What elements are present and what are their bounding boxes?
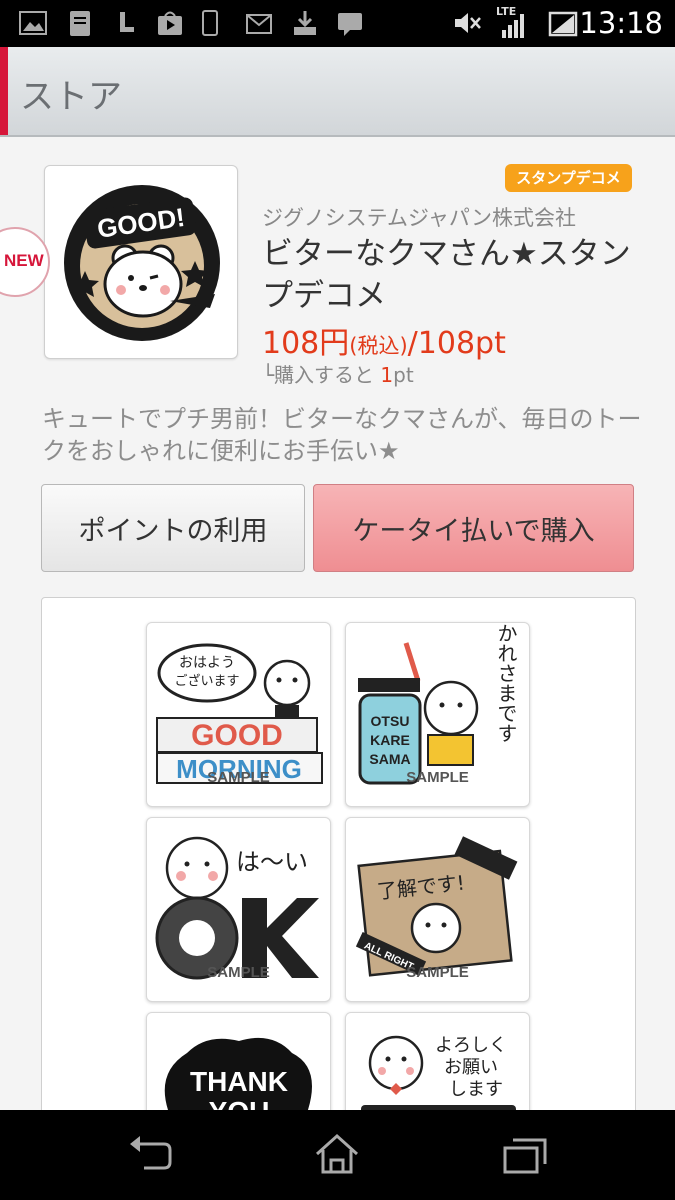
sample-stamp-good-morning[interactable]: おはよう ございます GOOD MORNING SAMPLE bbox=[146, 622, 331, 807]
sample-watermark: SAMPLE bbox=[207, 964, 270, 981]
svg-text:THANK: THANK bbox=[190, 1066, 288, 1097]
svg-text:は〜い: は〜い bbox=[236, 848, 308, 876]
svg-text:SAMA: SAMA bbox=[369, 751, 410, 767]
sample-stamp-yoroshiku[interactable]: よろしく お願い します bbox=[345, 1012, 530, 1110]
earned-points-prefix: └購入すると bbox=[262, 363, 381, 387]
sample-stamp-thank-you[interactable]: THANK YOU bbox=[146, 1012, 331, 1110]
sample-watermark: SAMPLE bbox=[406, 769, 469, 786]
svg-text:おつかれさまです: おつかれさまです bbox=[494, 623, 518, 743]
play-store-icon bbox=[158, 11, 182, 35]
svg-text:KARE: KARE bbox=[370, 732, 410, 748]
product-title: ビターなクマさん★スタンプデコメ bbox=[262, 236, 631, 314]
earned-points: └購入すると 1pt bbox=[262, 359, 414, 388]
sample-stamp-ok[interactable]: は〜い SAMPLE bbox=[146, 817, 331, 1002]
phone-icon bbox=[202, 10, 218, 36]
sample-gallery: おはよう ございます GOOD MORNING SAMPLE OTSU KARE… bbox=[41, 597, 636, 1110]
product-detail: GOOD! NEW スタンプデコメ ジグノシステムジャパン株式会社 ビターなクマ… bbox=[0, 137, 675, 1110]
mute-icon bbox=[455, 13, 481, 33]
document-icon bbox=[70, 11, 90, 36]
product-description: キュートでプチ男前！ビターなクマさんが、毎日のトークをおしゃれに便利にお手伝い★ bbox=[42, 405, 642, 465]
price: 108円(税込)/108pt bbox=[262, 318, 506, 362]
company-name: ジグノシステムジャパン株式会社 bbox=[262, 206, 576, 230]
action-bar-accent bbox=[0, 47, 8, 135]
l-icon bbox=[120, 12, 134, 32]
status-time: 13:18 bbox=[579, 6, 663, 40]
category-tag: スタンプデコメ bbox=[505, 164, 632, 192]
earned-points-unit: pt bbox=[393, 363, 414, 387]
signal-icon bbox=[502, 14, 524, 38]
image-icon bbox=[19, 11, 47, 35]
recent-apps-icon[interactable] bbox=[495, 1130, 555, 1180]
navigation-bar bbox=[0, 1110, 675, 1200]
battery-icon bbox=[548, 11, 578, 37]
sample-stamp-ryoukai[interactable]: 了解です! ALL RIGHT SAMPLE bbox=[345, 817, 530, 1002]
svg-text:よろしく: よろしく bbox=[435, 1035, 507, 1056]
svg-text:OTSU: OTSU bbox=[371, 713, 410, 729]
download-icon bbox=[294, 11, 316, 35]
back-icon[interactable] bbox=[120, 1130, 180, 1180]
buy-with-carrier-button[interactable]: ケータイ払いで購入 bbox=[313, 484, 634, 572]
svg-text:GOOD: GOOD bbox=[191, 719, 283, 752]
sample-watermark: SAMPLE bbox=[406, 964, 469, 981]
mail-icon bbox=[246, 14, 272, 34]
sample-stamp-otsukaresama[interactable]: OTSU KARE SAMA おつかれさまです SAMPLE bbox=[345, 622, 530, 807]
message-icon bbox=[338, 13, 362, 36]
price-yen: 108円 bbox=[262, 326, 350, 361]
page-title: ストア bbox=[20, 77, 122, 117]
sample-watermark: SAMPLE bbox=[207, 769, 270, 786]
svg-text:YOU: YOU bbox=[209, 1096, 270, 1110]
new-badge: NEW bbox=[0, 227, 50, 297]
action-bar: ストア bbox=[0, 47, 675, 137]
price-points: /108pt bbox=[407, 326, 506, 361]
home-icon[interactable] bbox=[307, 1130, 367, 1180]
earned-points-value: 1 bbox=[380, 363, 394, 387]
product-thumbnail[interactable]: GOOD! bbox=[44, 165, 238, 359]
svg-text:お願い: お願い bbox=[444, 1057, 498, 1078]
new-badge-label: NEW bbox=[4, 251, 44, 270]
use-points-button[interactable]: ポイントの利用 bbox=[41, 484, 305, 572]
svg-text:ございます: ございます bbox=[174, 673, 239, 689]
bear-good-stamp-image: GOOD! bbox=[64, 185, 220, 341]
svg-text:します: します bbox=[449, 1079, 503, 1100]
price-tax: (税込) bbox=[349, 334, 408, 358]
svg-text:おはよう: おはよう bbox=[179, 655, 235, 671]
status-bar: LTE 13:18 bbox=[0, 0, 675, 47]
